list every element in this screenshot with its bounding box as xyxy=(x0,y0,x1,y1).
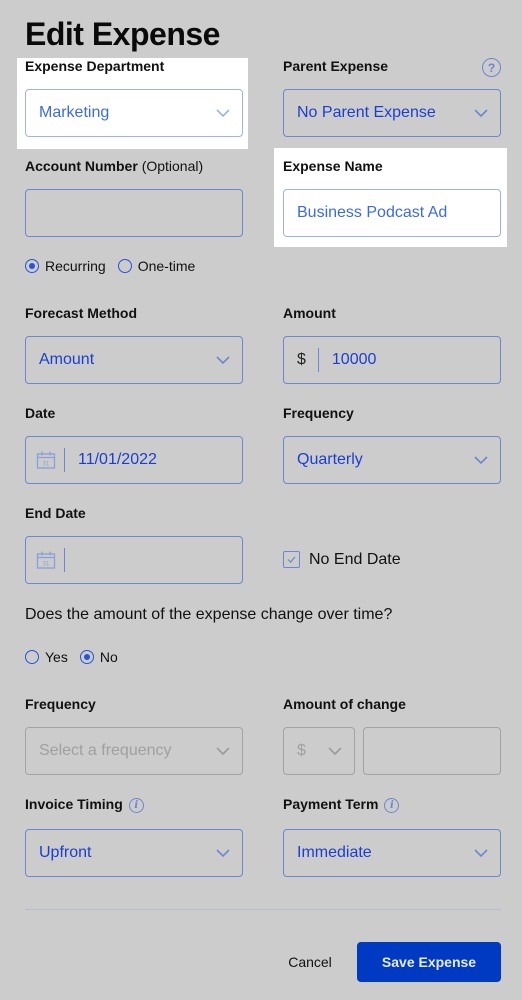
account-number-label: Account Number (Optional) xyxy=(25,158,203,174)
amount-input[interactable]: $ 10000 xyxy=(283,336,501,384)
account-number-input[interactable] xyxy=(25,189,243,237)
chevron-down-icon xyxy=(214,104,232,122)
chevron-down-icon xyxy=(326,742,344,760)
radio-label: Recurring xyxy=(45,258,106,274)
no-end-date-label: No End Date xyxy=(309,551,401,568)
invoice-timing-label: Invoice Timing i xyxy=(25,796,144,813)
chevron-down-icon xyxy=(472,451,490,469)
expense-name-label: Expense Name xyxy=(283,158,383,174)
radio-no[interactable]: No xyxy=(79,649,118,665)
page-title: Edit Expense xyxy=(25,16,220,52)
expense-department-select[interactable]: Marketing xyxy=(25,89,243,137)
svg-text:31: 31 xyxy=(43,562,50,568)
save-expense-button[interactable]: Save Expense xyxy=(357,942,501,982)
parent-expense-label: Parent Expense xyxy=(283,58,389,74)
radio-button[interactable] xyxy=(25,259,39,273)
date-input[interactable]: 31 11/01/2022 xyxy=(25,436,243,484)
amount-value: 10000 xyxy=(331,351,377,368)
change-question: Does the amount of the expense change ov… xyxy=(25,606,393,623)
info-icon[interactable]: i xyxy=(128,797,144,813)
amount-of-change-input[interactable] xyxy=(363,727,501,775)
radio-label: One-time xyxy=(137,258,196,274)
frequency-value: Quarterly xyxy=(297,451,363,468)
expense-name-input[interactable]: Business Podcast Ad xyxy=(283,189,501,237)
info-icon[interactable]: i xyxy=(384,797,400,813)
payment-term-select[interactable]: Immediate xyxy=(283,829,501,877)
radio-button[interactable] xyxy=(117,259,132,273)
invoice-timing-label-text: Invoice Timing xyxy=(25,796,123,812)
change-frequency-select[interactable]: Select a frequency xyxy=(25,727,243,775)
radio-button[interactable] xyxy=(25,650,39,664)
calendar-icon[interactable]: 31 xyxy=(36,450,56,470)
change-unit-value: $ xyxy=(297,742,306,759)
calendar-icon[interactable]: 31 xyxy=(36,550,56,570)
parent-expense-select[interactable]: No Parent Expense xyxy=(283,89,501,137)
forecast-method-select[interactable]: Amount xyxy=(25,336,243,384)
svg-text:31: 31 xyxy=(43,462,50,468)
currency-prefix: $ xyxy=(297,351,306,368)
checkmark-icon xyxy=(287,556,296,563)
end-date-input[interactable]: 31 xyxy=(25,536,243,584)
payment-term-label: Payment Term i xyxy=(283,796,400,813)
date-value: 11/01/2022 xyxy=(78,451,157,468)
expense-type-radio-group: Recurring One-time xyxy=(25,258,207,274)
cancel-button[interactable]: Cancel xyxy=(277,942,343,982)
radio-button[interactable] xyxy=(79,650,94,664)
frequency-select[interactable]: Quarterly xyxy=(283,436,501,484)
forecast-method-value: Amount xyxy=(39,351,95,368)
end-date-label: End Date xyxy=(25,505,86,521)
change-frequency-label: Frequency xyxy=(25,696,96,712)
help-icon[interactable]: ? xyxy=(482,58,501,77)
chevron-down-icon xyxy=(214,351,232,369)
chevron-down-icon xyxy=(214,844,232,862)
date-label: Date xyxy=(25,405,56,421)
optional-tag: (Optional) xyxy=(141,158,204,174)
radio-yes[interactable]: Yes xyxy=(25,649,68,665)
chevron-down-icon xyxy=(472,104,490,122)
radio-one-time[interactable]: One-time xyxy=(117,258,196,274)
change-radio-group: Yes No xyxy=(25,649,130,665)
no-end-date-checkbox[interactable] xyxy=(283,551,300,568)
frequency-label: Frequency xyxy=(283,405,354,421)
invoice-timing-value: Upfront xyxy=(39,844,92,861)
expense-department-value: Marketing xyxy=(39,104,110,121)
footer-divider xyxy=(25,909,501,910)
invoice-timing-select[interactable]: Upfront xyxy=(25,829,243,877)
radio-recurring[interactable]: Recurring xyxy=(25,258,106,274)
expense-name-value: Business Podcast Ad xyxy=(297,204,448,221)
radio-label: Yes xyxy=(45,649,68,665)
forecast-method-label: Forecast Method xyxy=(25,305,138,321)
change-unit-select[interactable]: $ xyxy=(283,727,355,775)
radio-label: No xyxy=(99,649,118,665)
chevron-down-icon xyxy=(214,742,232,760)
amount-label: Amount xyxy=(283,305,336,321)
account-number-label-text: Account Number xyxy=(25,158,138,174)
parent-expense-value: No Parent Expense xyxy=(297,104,436,121)
chevron-down-icon xyxy=(472,844,490,862)
amount-of-change-label: Amount of change xyxy=(283,696,406,712)
payment-term-value: Immediate xyxy=(297,844,372,861)
payment-term-label-text: Payment Term xyxy=(283,796,379,812)
change-frequency-placeholder: Select a frequency xyxy=(39,742,172,759)
icon-divider xyxy=(64,548,65,572)
expense-department-label: Expense Department xyxy=(25,58,165,74)
